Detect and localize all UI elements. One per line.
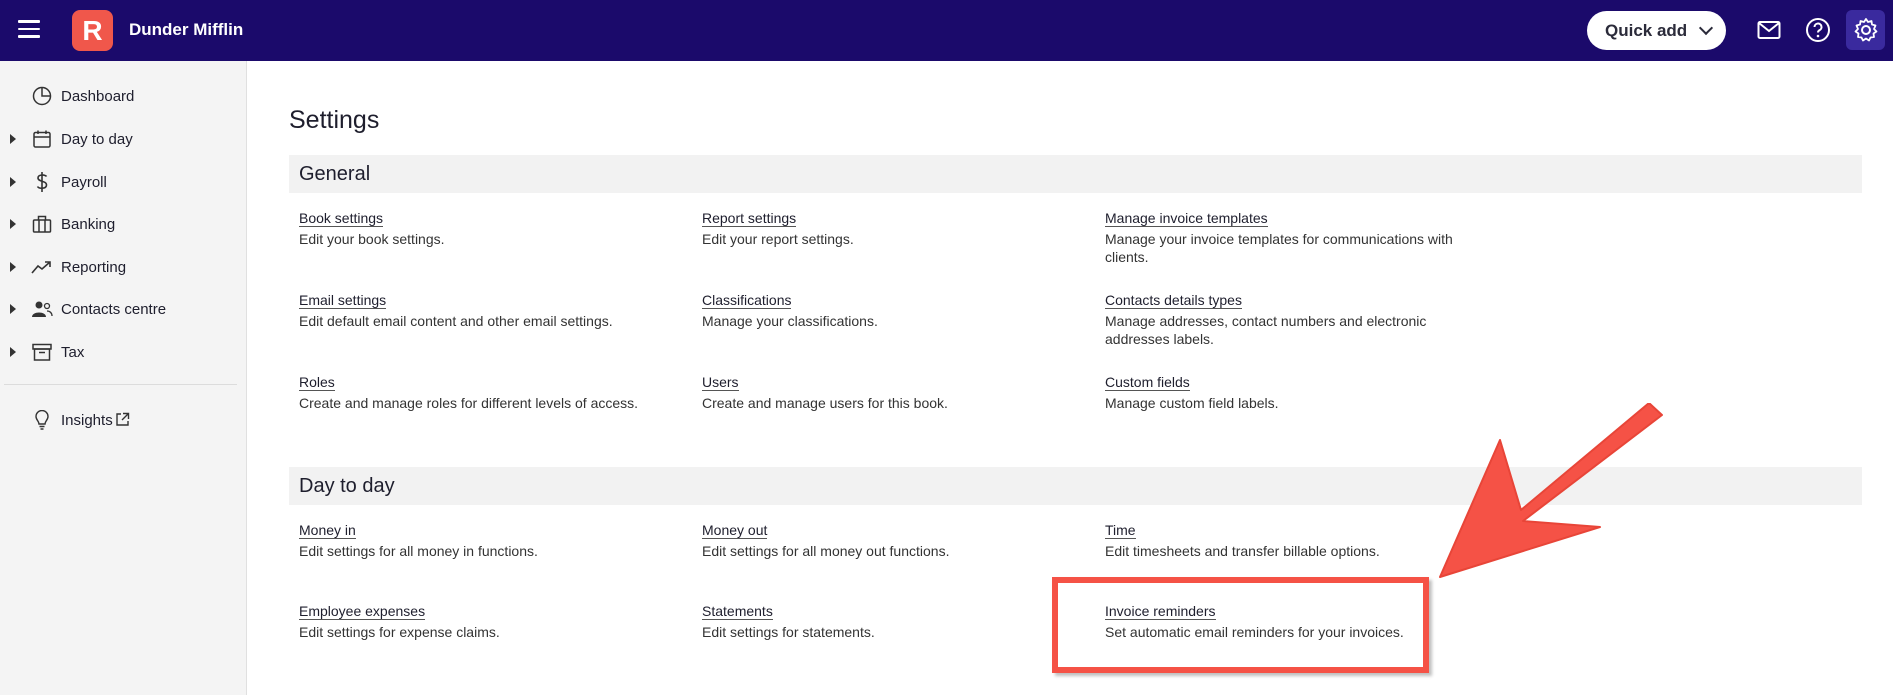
quick-add-label: Quick add	[1605, 20, 1688, 40]
annotation-highlight-box	[1052, 577, 1429, 673]
bank-icon	[31, 213, 53, 235]
settings-desc: Edit settings for expense claims.	[299, 624, 500, 640]
sidebar-item-label: Reporting	[61, 258, 127, 276]
settings-link[interactable]: Employee expenses	[299, 603, 426, 620]
people-icon	[31, 298, 53, 320]
sidebar-item-label: Tax	[61, 343, 85, 361]
sidebar-item-label: Contacts centre	[61, 300, 167, 318]
settings-item-employee-expenses: Employee expenses Edit settings for expe…	[299, 603, 679, 641]
settings-item-book-settings: Book settings Edit your book settings.	[299, 210, 679, 248]
settings-desc: Manage your classifications.	[702, 313, 878, 329]
settings-desc: Edit timesheets and transfer billable op…	[1105, 543, 1380, 559]
dollar-icon	[31, 171, 53, 193]
section-heading-general: General	[289, 155, 1862, 193]
settings-desc: Manage your invoice templates for commun…	[1105, 231, 1453, 265]
expand-caret-icon[interactable]	[10, 262, 16, 272]
settings-desc: Create and manage users for this book.	[702, 395, 948, 411]
app-logo[interactable]: R	[72, 10, 113, 51]
external-link-icon	[115, 412, 130, 432]
settings-link[interactable]: Book settings	[299, 210, 384, 227]
settings-item-custom-fields: Custom fields Manage custom field labels…	[1105, 374, 1485, 412]
archive-icon	[31, 341, 53, 363]
mail-icon[interactable]	[1753, 14, 1785, 46]
settings-desc: Manage custom field labels.	[1105, 395, 1279, 411]
lightbulb-icon	[31, 409, 53, 431]
expand-caret-icon[interactable]	[10, 219, 16, 229]
expand-caret-icon[interactable]	[10, 347, 16, 357]
settings-item-report-settings: Report settings Edit your report setting…	[702, 210, 1082, 248]
sidebar-item-label: Dashboard	[61, 87, 135, 105]
settings-link[interactable]: Manage invoice templates	[1105, 210, 1268, 227]
settings-link[interactable]: Money in	[299, 522, 356, 539]
annotation-arrow-icon	[1439, 403, 1663, 578]
settings-link[interactable]: Classifications	[702, 292, 792, 309]
sidebar-item-dashboard[interactable]: Dashboard	[0, 79, 247, 113]
calendar-icon	[31, 128, 53, 150]
chevron-down-icon	[1699, 20, 1714, 35]
settings-desc: Manage addresses, contact numbers and el…	[1105, 313, 1427, 347]
sidebar-item-payroll[interactable]: Payroll	[0, 165, 247, 199]
sidebar-item-reporting[interactable]: Reporting	[0, 250, 247, 284]
sidebar-item-insights[interactable]: Insights	[0, 403, 247, 437]
settings-item-money-in: Money in Edit settings for all money in …	[299, 522, 679, 560]
settings-link[interactable]: Users	[702, 374, 739, 391]
settings-link[interactable]: Report settings	[702, 210, 797, 227]
settings-desc: Edit default email content and other ema…	[299, 313, 613, 329]
settings-desc: Edit settings for statements.	[702, 624, 875, 640]
sidebar-item-tax[interactable]: Tax	[0, 335, 247, 369]
trend-icon	[31, 256, 53, 278]
settings-link[interactable]: Money out	[702, 522, 768, 539]
settings-link[interactable]: Custom fields	[1105, 374, 1190, 391]
sidebar-item-label: Banking	[61, 215, 116, 233]
settings-item-classifications: Classifications Manage your classificati…	[702, 292, 1082, 330]
sidebar-item-label: Day to day	[61, 130, 133, 148]
settings-desc: Edit your report settings.	[702, 231, 854, 247]
expand-caret-icon[interactable]	[10, 134, 16, 144]
settings-item-time: Time Edit timesheets and transfer billab…	[1105, 522, 1485, 560]
expand-caret-icon[interactable]	[10, 177, 16, 187]
settings-gear-icon[interactable]	[1846, 10, 1885, 50]
settings-desc: Edit your book settings.	[299, 231, 445, 247]
settings-desc: Edit settings for all money out function…	[702, 543, 950, 559]
top-bar: R Dunder Mifflin Quick add	[0, 0, 1893, 61]
quick-add-button[interactable]: Quick add	[1587, 11, 1726, 50]
sidebar-divider	[4, 384, 237, 385]
company-name: Dunder Mifflin	[129, 20, 244, 39]
pie-chart-icon	[31, 85, 53, 107]
sidebar-item-label: Payroll	[61, 173, 107, 191]
expand-caret-icon[interactable]	[10, 304, 16, 314]
settings-link[interactable]: Email settings	[299, 292, 387, 309]
settings-item-contacts-details-types: Contacts details types Manage addresses,…	[1105, 292, 1465, 348]
settings-item-statements: Statements Edit settings for statements.	[702, 603, 1082, 641]
sidebar-item-banking[interactable]: Banking	[0, 207, 247, 241]
settings-link[interactable]: Roles	[299, 374, 335, 391]
sidebar-item-label: Insights	[61, 411, 113, 429]
settings-item-email-settings: Email settings Edit default email conten…	[299, 292, 679, 330]
settings-item-users: Users Create and manage users for this b…	[702, 374, 1082, 412]
settings-link[interactable]: Time	[1105, 522, 1136, 539]
settings-link[interactable]: Statements	[702, 603, 773, 620]
settings-desc: Edit settings for all money in functions…	[299, 543, 538, 559]
settings-item-roles: Roles Create and manage roles for differ…	[299, 374, 679, 412]
sidebar: Dashboard Day to day Payroll Banking Rep…	[0, 61, 247, 695]
settings-desc: Create and manage roles for different le…	[299, 395, 639, 411]
settings-item-money-out: Money out Edit settings for all money ou…	[702, 522, 1082, 560]
page-title: Settings	[289, 106, 380, 134]
sidebar-item-contacts-centre[interactable]: Contacts centre	[0, 292, 247, 326]
settings-item-manage-invoice-templates: Manage invoice templates Manage your inv…	[1105, 210, 1465, 266]
menu-icon[interactable]	[18, 20, 40, 38]
help-icon[interactable]	[1802, 14, 1834, 46]
sidebar-item-day-to-day[interactable]: Day to day	[0, 122, 247, 156]
settings-link[interactable]: Contacts details types	[1105, 292, 1242, 309]
